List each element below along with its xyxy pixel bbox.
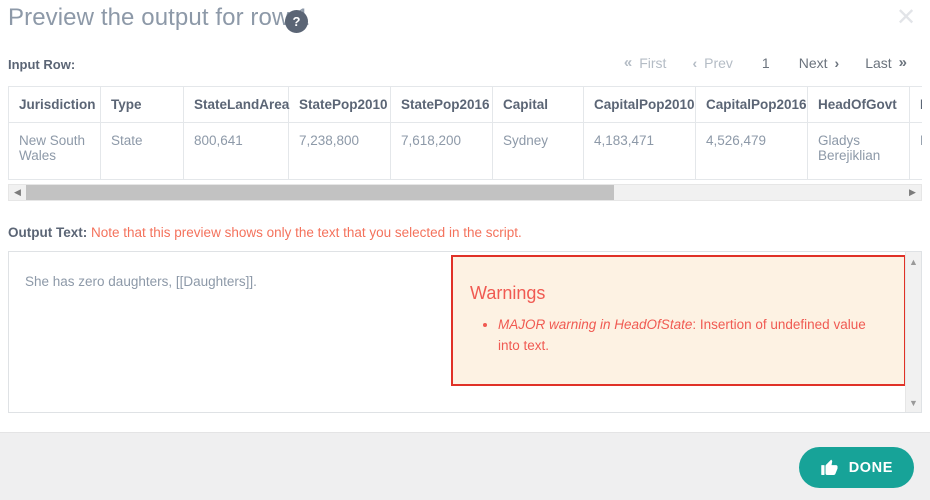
- column-header-type[interactable]: Type: [100, 86, 184, 123]
- dialog-header: Preview the output for row 1 ? ✕: [0, 0, 930, 44]
- table-header-row: Jurisdiction Type StateLandArea StatePop…: [8, 86, 922, 123]
- output-preview-text: She has zero daughters, [[Daughters]].: [25, 274, 257, 289]
- cell-statepop2016: 7,618,200: [390, 122, 493, 180]
- warnings-title: Warnings: [470, 283, 546, 303]
- pagination-next-button[interactable]: Next ›: [786, 55, 852, 71]
- done-button[interactable]: DONE: [798, 447, 914, 488]
- horizontal-scroll-thumb[interactable]: [26, 185, 615, 200]
- horizontal-scroll-track[interactable]: [26, 185, 904, 200]
- column-header-statelandarea[interactable]: StateLandArea: [183, 86, 289, 123]
- cell-statepop2010: 7,238,800: [288, 122, 391, 180]
- pagination-last-label: Last: [865, 54, 892, 71]
- cell-capitalpop2010: 4,183,471: [583, 122, 696, 180]
- output-text-label: Output Text: Note that this preview show…: [8, 225, 522, 240]
- double-chevron-left-icon: «: [623, 54, 633, 71]
- column-header-jurisdiction[interactable]: Jurisdiction: [8, 86, 101, 123]
- cell-capital: Sydney: [492, 122, 584, 180]
- output-text-label-strong: Output Text:: [8, 225, 88, 240]
- output-preview-panel: She has zero daughters, [[Daughters]]. W…: [8, 251, 922, 413]
- warning-emphasis: MAJOR warning in HeadOfState: [498, 317, 693, 332]
- table-horizontal-scrollbar[interactable]: ◀ ▶: [8, 184, 922, 201]
- done-button-label: DONE: [848, 459, 893, 476]
- warnings-list: MAJOR warning in HeadOfState: Insertion …: [470, 315, 888, 357]
- column-header-party[interactable]: Party: [909, 86, 922, 123]
- scroll-up-arrow-icon[interactable]: ▲: [906, 254, 921, 269]
- scroll-right-arrow-icon[interactable]: ▶: [904, 185, 921, 200]
- input-row-table-container: Jurisdiction Type StateLandArea StatePop…: [8, 86, 922, 180]
- cell-jurisdiction: New South Wales: [8, 122, 101, 180]
- input-row-table: Jurisdiction Type StateLandArea StatePop…: [8, 86, 922, 180]
- column-header-statepop2010[interactable]: StatePop2010: [288, 86, 391, 123]
- column-header-statepop2016[interactable]: StatePop2016: [390, 86, 493, 123]
- cell-type: State: [100, 122, 184, 180]
- double-chevron-right-icon: »: [898, 54, 907, 71]
- column-header-capitalpop2010[interactable]: CapitalPop2010: [583, 86, 696, 123]
- cell-capitalpop2016: 4,526,479: [695, 122, 808, 180]
- column-header-capital[interactable]: Capital: [492, 86, 584, 123]
- input-row-label: Input Row:: [8, 57, 76, 72]
- pagination-controls: « First ‹ Prev 1 Next › Last »: [611, 54, 920, 71]
- pagination-prev-label: Prev: [704, 54, 733, 71]
- chevron-left-icon: ‹: [692, 54, 698, 71]
- thumbs-up-icon: [820, 459, 838, 476]
- list-item: MAJOR warning in HeadOfState: Insertion …: [498, 315, 888, 357]
- pagination-current-page: 1: [761, 54, 770, 71]
- column-header-headofgovt[interactable]: HeadOfGovt: [807, 86, 910, 123]
- cell-statelandarea: 800,641: [183, 122, 289, 180]
- scroll-down-arrow-icon[interactable]: ▼: [906, 395, 921, 410]
- help-icon[interactable]: ?: [285, 10, 308, 33]
- table-row: New South Wales State 800,641 7,238,800 …: [8, 122, 922, 180]
- pagination-prev-button[interactable]: ‹ Prev: [679, 55, 745, 71]
- dialog-footer: DONE: [0, 432, 930, 500]
- page-title: Preview the output for row 1: [8, 4, 310, 31]
- warnings-box: Warnings MAJOR warning in HeadOfState: I…: [451, 255, 906, 386]
- pagination-first-label: First: [639, 54, 667, 71]
- cell-headofgovt: Gladys Berejiklian: [807, 122, 910, 180]
- chevron-right-icon: ›: [834, 54, 840, 71]
- pagination-last-button[interactable]: Last »: [852, 54, 920, 71]
- pagination-first-button[interactable]: « First: [611, 54, 680, 71]
- preview-output-dialog: Preview the output for row 1 ? ✕ Input R…: [0, 0, 930, 500]
- scroll-left-arrow-icon[interactable]: ◀: [9, 185, 26, 200]
- close-icon[interactable]: ✕: [891, 2, 921, 32]
- cell-party: Liberal: [909, 122, 922, 180]
- column-header-capitalpop2016[interactable]: CapitalPop2016: [695, 86, 808, 123]
- pagination-next-label: Next: [798, 54, 828, 71]
- output-text-label-note: Note that this preview shows only the te…: [91, 225, 522, 240]
- output-vertical-scrollbar[interactable]: ▲ ▼: [905, 252, 921, 412]
